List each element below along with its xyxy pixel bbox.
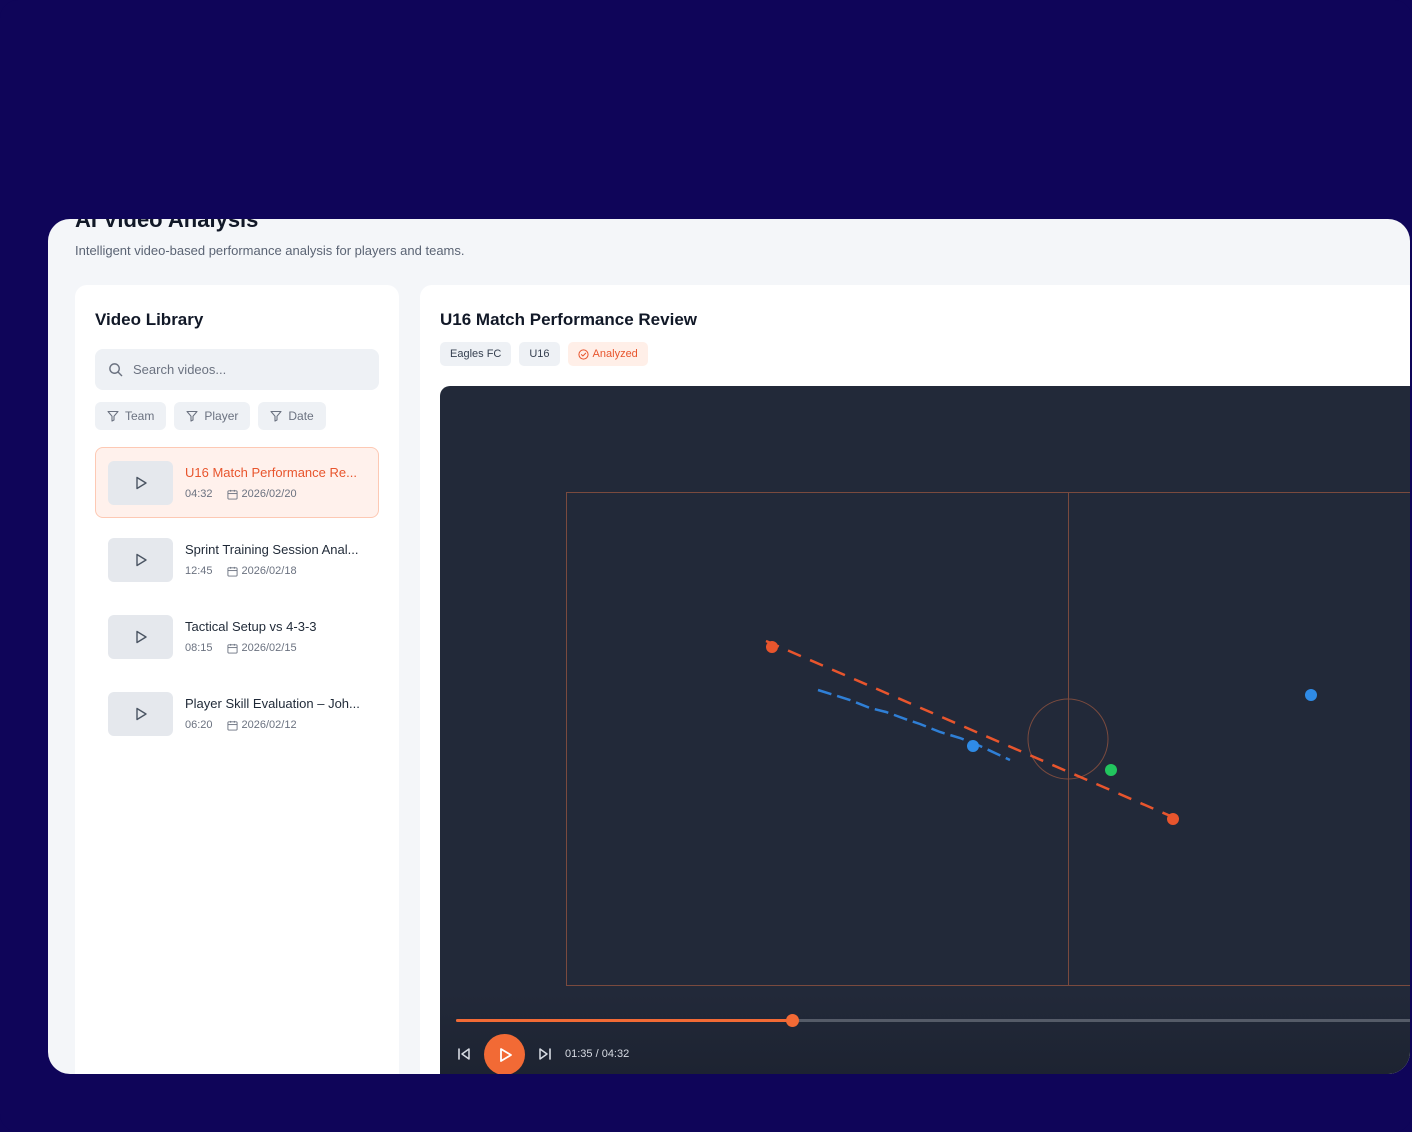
video-meta: 06:20 2026/02/12 bbox=[185, 719, 297, 731]
search-icon bbox=[109, 363, 123, 377]
progress-handle[interactable] bbox=[786, 1014, 800, 1027]
calendar-icon bbox=[226, 489, 238, 500]
calendar-icon bbox=[226, 566, 238, 577]
check-circle-icon bbox=[577, 348, 589, 360]
progress-fill bbox=[456, 1019, 793, 1022]
play-icon bbox=[135, 476, 147, 490]
video-date: 2026/02/18 bbox=[241, 565, 297, 577]
skip-forward-icon[interactable] bbox=[537, 1046, 553, 1062]
orange-trajectory bbox=[765, 639, 1176, 820]
page-subtitle: Intelligent video-based performance anal… bbox=[75, 243, 465, 258]
filter-player-label: Player bbox=[204, 409, 239, 423]
video-date: 2026/02/20 bbox=[241, 488, 297, 500]
video-date: 2026/02/15 bbox=[241, 642, 297, 654]
video-title: U16 Match Performance Re... bbox=[185, 465, 357, 480]
calendar-icon bbox=[226, 720, 238, 731]
analysis-panel: U16 Match Performance Review Eagles FC U… bbox=[420, 285, 1410, 1074]
video-title: Sprint Training Session Anal... bbox=[185, 542, 359, 557]
video-heading: U16 Match Performance Review bbox=[440, 310, 697, 329]
library-title: Video Library bbox=[95, 310, 204, 329]
video-meta: 08:15 2026/02/15 bbox=[185, 642, 297, 654]
filter-date-label: Date bbox=[288, 409, 314, 423]
video-list-item[interactable]: Tactical Setup vs 4-3-3 08:15 2026/02/15 bbox=[95, 601, 379, 672]
video-meta: 12:45 2026/02/18 bbox=[185, 565, 297, 577]
time-display: 01:35 / 04:32 bbox=[565, 1048, 630, 1060]
video-player[interactable]: 01:35 / 04:32 bbox=[440, 386, 1410, 1074]
filter-date-button[interactable]: Date bbox=[258, 402, 326, 430]
video-library-panel: Video Library Team Player bbox=[75, 285, 399, 1074]
page-title: AI Video Analysis bbox=[75, 219, 259, 232]
video-thumbnail[interactable] bbox=[108, 538, 173, 582]
team-tag: Eagles FC bbox=[440, 342, 512, 366]
calendar-icon bbox=[226, 643, 238, 654]
filter-icon bbox=[270, 410, 282, 422]
filter-team-label: Team bbox=[125, 409, 155, 423]
play-button[interactable] bbox=[484, 1034, 525, 1074]
app-container: AI Video Analysis Intelligent video-base… bbox=[48, 219, 1410, 1074]
filter-team-button[interactable]: Team bbox=[95, 402, 167, 430]
video-meta: 04:32 2026/02/20 bbox=[185, 488, 297, 500]
video-date: 2026/02/12 bbox=[241, 719, 297, 731]
progress-bar[interactable] bbox=[456, 1014, 1410, 1027]
player-marker-blue bbox=[967, 740, 979, 752]
video-list-item[interactable]: Player Skill Evaluation – Joh... 06:20 2… bbox=[95, 678, 379, 749]
video-list: U16 Match Performance Re... 04:32 2026/0… bbox=[95, 447, 379, 755]
video-title: Player Skill Evaluation – Joh... bbox=[185, 696, 360, 711]
video-duration: 06:20 bbox=[185, 719, 213, 731]
video-thumbnail[interactable] bbox=[108, 461, 173, 505]
status-label: Analyzed bbox=[592, 348, 638, 360]
player-controls: 01:35 / 04:32 bbox=[440, 994, 1410, 1074]
video-thumbnail[interactable] bbox=[108, 615, 173, 659]
filter-icon bbox=[107, 410, 119, 422]
player-marker-green bbox=[1105, 764, 1117, 776]
search-input[interactable] bbox=[133, 362, 363, 377]
play-icon bbox=[135, 553, 147, 567]
skip-back-icon[interactable] bbox=[456, 1046, 472, 1062]
pitch-overlay bbox=[566, 492, 1410, 986]
video-list-item[interactable]: Sprint Training Session Anal... 12:45 20… bbox=[95, 524, 379, 595]
video-title: Tactical Setup vs 4-3-3 bbox=[185, 619, 317, 634]
window-background: AI Video Analysis Intelligent video-base… bbox=[0, 0, 1412, 1132]
player-marker-orange bbox=[766, 641, 778, 653]
play-icon bbox=[499, 1047, 512, 1062]
play-icon bbox=[135, 707, 147, 721]
filter-icon bbox=[186, 410, 198, 422]
video-duration: 04:32 bbox=[185, 488, 213, 500]
filter-bar: Team Player Date bbox=[95, 402, 326, 430]
player-marker-orange bbox=[1167, 813, 1179, 825]
age-group-tag: U16 bbox=[519, 342, 560, 366]
video-list-item[interactable]: U16 Match Performance Re... 04:32 2026/0… bbox=[95, 447, 379, 518]
filter-player-button[interactable]: Player bbox=[174, 402, 251, 430]
video-duration: 12:45 bbox=[185, 565, 213, 577]
video-duration: 08:15 bbox=[185, 642, 213, 654]
pitch-boundary bbox=[566, 492, 1410, 986]
search-box[interactable] bbox=[95, 349, 379, 390]
blue-trajectory bbox=[817, 688, 1011, 762]
status-badge: Analyzed bbox=[567, 342, 648, 366]
play-icon bbox=[135, 630, 147, 644]
player-marker-blue bbox=[1305, 689, 1317, 701]
tag-list: Eagles FC U16 Analyzed bbox=[440, 342, 648, 366]
video-thumbnail[interactable] bbox=[108, 692, 173, 736]
